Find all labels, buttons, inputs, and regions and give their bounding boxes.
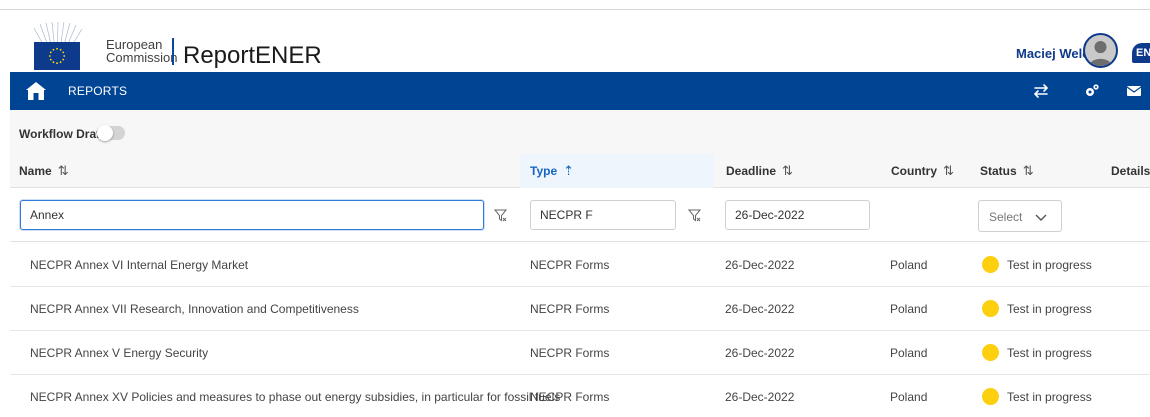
column-header-deadline-label: Deadline: [726, 164, 777, 178]
cell-name[interactable]: NECPR Annex VII Research, Innovation and…: [30, 287, 359, 331]
column-header-name[interactable]: Name ⇅: [19, 154, 69, 188]
org-line2: Commission: [106, 50, 178, 65]
app-header: European Commission ReportENER Maciej We…: [0, 10, 1150, 72]
type-filter-input[interactable]: [530, 200, 676, 230]
workflow-toolbar: Workflow Draft: [10, 110, 1150, 154]
sort-icon[interactable]: ⇅: [782, 163, 793, 178]
status-dot-icon: [982, 300, 999, 317]
toggle-knob: [97, 125, 113, 141]
cell-type: NECPR Forms: [530, 346, 610, 360]
workflow-draft-toggle[interactable]: [97, 125, 125, 141]
home-icon[interactable]: [25, 81, 47, 101]
settings-icon[interactable]: [1083, 82, 1101, 100]
chevron-down-icon: [1035, 214, 1047, 221]
cell-name[interactable]: NECPR Annex V Energy Security: [30, 331, 208, 375]
column-header-type[interactable]: Type ⇡: [520, 154, 714, 188]
column-header-status-label: Status: [980, 164, 1017, 178]
table-row[interactable]: NECPR Annex VI Internal Energy Market NE…: [10, 243, 1150, 287]
cell-status: Test in progress: [1007, 346, 1092, 360]
organisation-name: European Commission: [106, 38, 178, 64]
column-header-details: Details: [1111, 154, 1150, 188]
deadline-filter-input[interactable]: [725, 200, 870, 230]
cell-country: Poland: [890, 302, 928, 316]
status-select-placeholder: Select: [989, 210, 1023, 224]
cell-country: Poland: [890, 390, 928, 404]
language-selector[interactable]: EN: [1132, 43, 1150, 63]
filter-icon[interactable]: [688, 209, 701, 222]
cell-type: NECPR Forms: [530, 258, 610, 272]
user-avatar-icon[interactable]: [1083, 33, 1118, 68]
app-title: ReportENER: [183, 42, 322, 69]
user-name[interactable]: Maciej Welc: [1016, 46, 1089, 61]
cell-status: Test in progress: [1007, 302, 1092, 316]
column-header-type-label: Type: [530, 164, 558, 178]
cell-deadline: 26-Dec-2022: [725, 346, 795, 360]
table-row[interactable]: NECPR Annex VII Research, Innovation and…: [10, 287, 1150, 331]
filter-icon[interactable]: [494, 209, 507, 222]
cell-status: Test in progress: [1007, 390, 1092, 404]
name-filter-input[interactable]: [20, 200, 484, 230]
column-header-status[interactable]: Status ⇅: [980, 154, 1034, 188]
eu-flag-icon: [34, 42, 80, 70]
cell-status: Test in progress: [1007, 258, 1092, 272]
table-header-row: Name ⇅ Type ⇡ Deadline ⇅ Country ⇅ Status ⇅ D…: [10, 154, 1150, 188]
cell-deadline: 26-Dec-2022: [725, 390, 795, 404]
cell-deadline: 26-Dec-2022: [725, 302, 795, 316]
sort-icon[interactable]: ⇅: [58, 163, 69, 178]
column-header-deadline[interactable]: Deadline ⇅: [726, 154, 793, 188]
mail-icon[interactable]: [1125, 82, 1143, 100]
status-filter-select[interactable]: Select: [978, 200, 1062, 232]
column-header-country-label: Country: [891, 164, 937, 178]
column-header-name-label: Name: [19, 164, 52, 178]
status-dot-icon: [982, 344, 999, 361]
cell-deadline: 26-Dec-2022: [725, 258, 795, 272]
table-row[interactable]: NECPR Annex XV Policies and measures to …: [10, 375, 1150, 417]
brand-divider: [172, 38, 174, 65]
filter-row: Select: [10, 189, 1150, 242]
cell-country: Poland: [890, 258, 928, 272]
sort-icon[interactable]: ⇅: [943, 163, 954, 178]
status-dot-icon: [982, 256, 999, 273]
sort-ascending-icon[interactable]: ⇡: [563, 163, 574, 178]
workflow-draft-label: Workflow Draft: [19, 127, 105, 141]
transfer-icon[interactable]: [1032, 82, 1050, 100]
cell-type: NECPR Forms: [530, 390, 610, 404]
main-navbar: REPORTS: [10, 72, 1150, 110]
cell-name[interactable]: NECPR Annex VI Internal Energy Market: [30, 243, 248, 287]
table-row[interactable]: NECPR Annex V Energy Security NECPR Form…: [10, 331, 1150, 375]
cell-country: Poland: [890, 346, 928, 360]
nav-reports-link[interactable]: REPORTS: [68, 84, 127, 98]
cell-name[interactable]: NECPR Annex XV Policies and measures to …: [30, 375, 560, 417]
status-dot-icon: [982, 388, 999, 405]
ec-logo[interactable]: [20, 22, 94, 70]
column-header-details-label: Details: [1111, 164, 1150, 178]
sort-icon[interactable]: ⇅: [1023, 163, 1034, 178]
cell-type: NECPR Forms: [530, 302, 610, 316]
column-header-country[interactable]: Country ⇅: [891, 154, 954, 188]
